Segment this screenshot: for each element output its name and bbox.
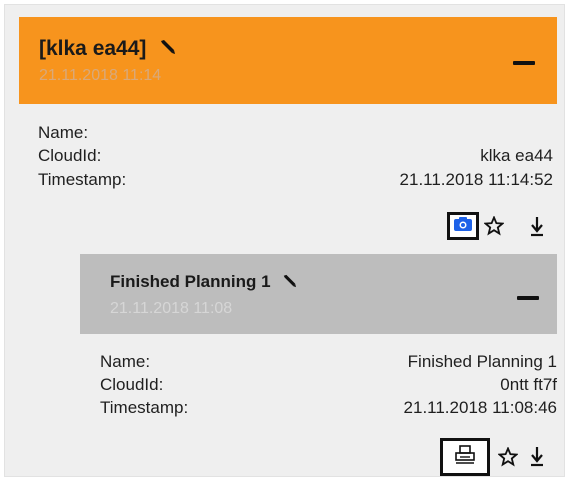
timestamp-label: Timestamp:	[100, 398, 189, 417]
main-item-title: [klka ea44]	[39, 37, 147, 60]
child-item-title-row: Finished Planning 1	[110, 272, 297, 293]
timestamp-value: 21.11.2018 11:14:52	[399, 170, 553, 189]
name-label: Name:	[38, 123, 89, 142]
child-item-title: Finished Planning 1	[110, 272, 271, 291]
camera-icon	[453, 216, 473, 237]
collapse-icon[interactable]	[513, 61, 535, 65]
edit-pencil-icon[interactable]	[281, 273, 297, 293]
cloudid-value: 0ntt ft7f	[500, 375, 557, 394]
star-icon[interactable]	[483, 213, 505, 239]
download-icon[interactable]	[528, 442, 546, 470]
star-icon[interactable]	[497, 444, 519, 470]
collapse-icon[interactable]	[517, 296, 539, 300]
printer-icon	[454, 444, 476, 470]
name-label: Name:	[100, 352, 151, 371]
main-item-title-row: [klka ea44]	[39, 37, 176, 61]
timestamp-label: Timestamp:	[38, 170, 127, 189]
main-item-header[interactable]: [klka ea44] 21.11.2018 11:14	[19, 17, 557, 104]
cloudid-value: klka ea44	[480, 146, 553, 165]
edit-pencil-icon[interactable]	[158, 37, 176, 61]
main-item-subtitle: 21.11.2018 11:14	[39, 67, 162, 84]
download-icon[interactable]	[528, 212, 546, 240]
timestamp-value: 21.11.2018 11:08:46	[403, 398, 557, 417]
child-item-header[interactable]: Finished Planning 1 21.11.2018 11:08	[80, 254, 557, 334]
child-item-subtitle: 21.11.2018 11:08	[110, 300, 233, 317]
cloudid-label: CloudId:	[38, 146, 102, 165]
camera-button[interactable]	[447, 212, 479, 240]
cloudid-label: CloudId:	[100, 375, 164, 394]
name-value: Finished Planning 1	[407, 352, 557, 371]
print-button[interactable]	[440, 438, 490, 476]
